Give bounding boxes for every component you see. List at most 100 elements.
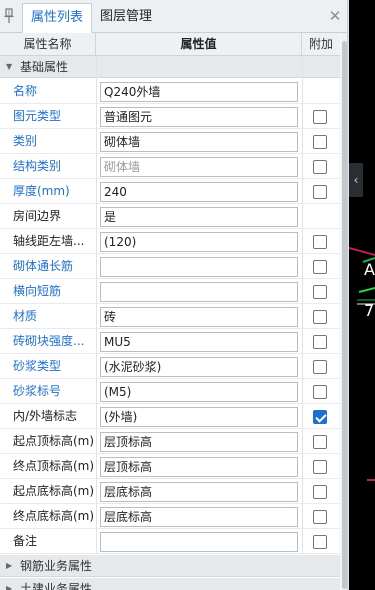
property-row: 砂浆类型 (水泥砂浆) (0, 354, 340, 379)
property-name: 材质 (13, 309, 38, 323)
property-row: 终点顶标高(m) 层顶标高 (0, 454, 340, 479)
extra-checkbox[interactable] (313, 135, 327, 149)
property-name: 横向短筋 (13, 284, 62, 298)
triangle-right-icon[interactable]: ▶ (6, 555, 12, 577)
property-value-field: 砌体墙 (100, 157, 298, 177)
header-property-value: 属性值 (96, 33, 302, 56)
group-label: 基础属性 (20, 60, 69, 74)
property-name: 砂浆类型 (13, 359, 62, 373)
property-value-field[interactable]: 普通图元 (100, 107, 298, 127)
property-name: 终点底标高(m) (13, 509, 95, 523)
header-property-name: 属性名称 (0, 33, 96, 56)
extra-checkbox[interactable] (313, 310, 327, 324)
tab-layer-management[interactable]: 图层管理 (92, 3, 160, 33)
extra-checkbox[interactable] (313, 110, 327, 124)
property-row: 备注 (0, 529, 340, 554)
header-extra: 附加 (308, 37, 333, 51)
property-name: 图元类型 (13, 109, 62, 123)
property-row: 材质 砖 (0, 304, 340, 329)
property-row: 砌体通长筋 (0, 254, 340, 279)
property-row: 房间边界 是 (0, 204, 340, 229)
extra-checkbox[interactable] (313, 335, 327, 349)
property-value-field[interactable] (100, 532, 298, 552)
grid-header: 属性名称 属性值 附加 (0, 33, 340, 56)
group-header[interactable]: ▶ 钢筋业务属性 (0, 555, 340, 577)
property-value-field[interactable]: 240 (100, 182, 298, 202)
close-icon[interactable]: ✕ (326, 7, 344, 25)
canvas-label-7: 7 (364, 301, 375, 320)
property-row: 起点顶标高(m) 层顶标高 (0, 429, 340, 454)
column-divider (302, 56, 303, 554)
property-value-field[interactable]: MU5 (100, 332, 298, 352)
property-row: 名称 Q240外墙 (0, 79, 340, 104)
triangle-right-icon[interactable]: ▶ (6, 578, 12, 590)
property-value-field[interactable]: Q240外墙 (100, 82, 298, 102)
property-row: 横向短筋 (0, 279, 340, 304)
property-value-field[interactable]: (水泥砂浆) (100, 357, 298, 377)
scrollbar-thumb[interactable] (342, 41, 347, 589)
property-row: 起点底标高(m) 层底标高 (0, 479, 340, 504)
triangle-down-icon[interactable]: ▼ (6, 56, 12, 78)
canvas-drawing (349, 247, 375, 481)
property-row: 图元类型 普通图元 (0, 104, 340, 129)
property-value-field[interactable] (100, 257, 298, 277)
property-name: 砂浆标号 (13, 384, 62, 398)
property-value-field[interactable]: 层顶标高 (100, 457, 298, 477)
extra-checkbox[interactable] (313, 435, 327, 449)
extra-checkbox[interactable] (313, 360, 327, 374)
property-name: 砖砌块强度... (13, 334, 85, 348)
property-row: 内/外墙标志 (外墙) (0, 404, 340, 429)
property-name: 内/外墙标志 (13, 409, 78, 423)
extra-checkbox[interactable] (313, 385, 327, 399)
canvas-label-a: A (364, 260, 375, 279)
property-row: 砂浆标号 (M5) (0, 379, 340, 404)
extra-checkbox[interactable] (313, 510, 327, 524)
property-value-field[interactable]: 砖 (100, 307, 298, 327)
property-value-field[interactable]: (120) (100, 232, 298, 252)
extra-checkbox[interactable] (313, 235, 327, 249)
property-name: 名称 (13, 84, 38, 98)
group-label: 土建业务属性 (20, 582, 93, 590)
tab-property-list[interactable]: 属性列表 (22, 3, 93, 33)
property-name: 备注 (13, 534, 38, 548)
property-value-field[interactable]: (外墙) (100, 407, 298, 427)
extra-checkbox[interactable] (313, 160, 327, 174)
property-name: 类别 (13, 134, 38, 148)
property-grid: 属性名称 属性值 附加 ▼ 基础属性 名称 Q240外墙 图元类型 普通图元 类别 砌体墙 结构… (0, 33, 340, 590)
property-value-field[interactable]: 砌体墙 (100, 132, 298, 152)
property-value-field[interactable]: 层底标高 (100, 482, 298, 502)
group-label: 钢筋业务属性 (20, 559, 93, 573)
property-name: 起点顶标高(m) (13, 434, 95, 448)
drawing-canvas[interactable]: ‹ A 7 (349, 0, 375, 590)
property-row: 类别 砌体墙 (0, 129, 340, 154)
property-value-field[interactable]: (M5) (100, 382, 298, 402)
property-panel: 属性列表 图层管理 ✕ 属性名称 属性值 附加 ▼ 基础属性 名称 Q240外墙 图元类… (0, 0, 348, 590)
extra-checkbox[interactable] (313, 285, 327, 299)
property-row: 结构类别 砌体墙 (0, 154, 340, 179)
property-name: 厚度(mm) (13, 184, 70, 198)
property-name: 房间边界 (13, 209, 62, 223)
property-value-field[interactable] (100, 282, 298, 302)
property-name: 轴线距左墙... (13, 234, 85, 248)
property-value-field[interactable]: 层底标高 (100, 507, 298, 527)
property-value-field[interactable]: 是 (100, 207, 298, 227)
property-name: 结构类别 (13, 159, 62, 173)
group-header[interactable]: ▶ 土建业务属性 (0, 578, 340, 590)
extra-checkbox[interactable] (313, 185, 327, 199)
extra-checkbox[interactable] (313, 410, 327, 424)
property-name: 终点顶标高(m) (13, 459, 95, 473)
property-row: 终点底标高(m) 层底标高 (0, 504, 340, 529)
extra-checkbox[interactable] (313, 260, 327, 274)
property-row: 砖砌块强度... MU5 (0, 329, 340, 354)
group-header[interactable]: ▼ 基础属性 (0, 56, 340, 78)
property-name: 砌体通长筋 (13, 259, 74, 273)
extra-checkbox[interactable] (313, 535, 327, 549)
property-row: 轴线距左墙... (120) (0, 229, 340, 254)
property-name: 起点底标高(m) (13, 484, 95, 498)
pin-icon[interactable] (3, 8, 15, 24)
extra-checkbox[interactable] (313, 460, 327, 474)
extra-checkbox[interactable] (313, 485, 327, 499)
property-value-field[interactable]: 层顶标高 (100, 432, 298, 452)
property-row: 厚度(mm) 240 (0, 179, 340, 204)
vertical-scrollbar[interactable] (341, 33, 347, 590)
